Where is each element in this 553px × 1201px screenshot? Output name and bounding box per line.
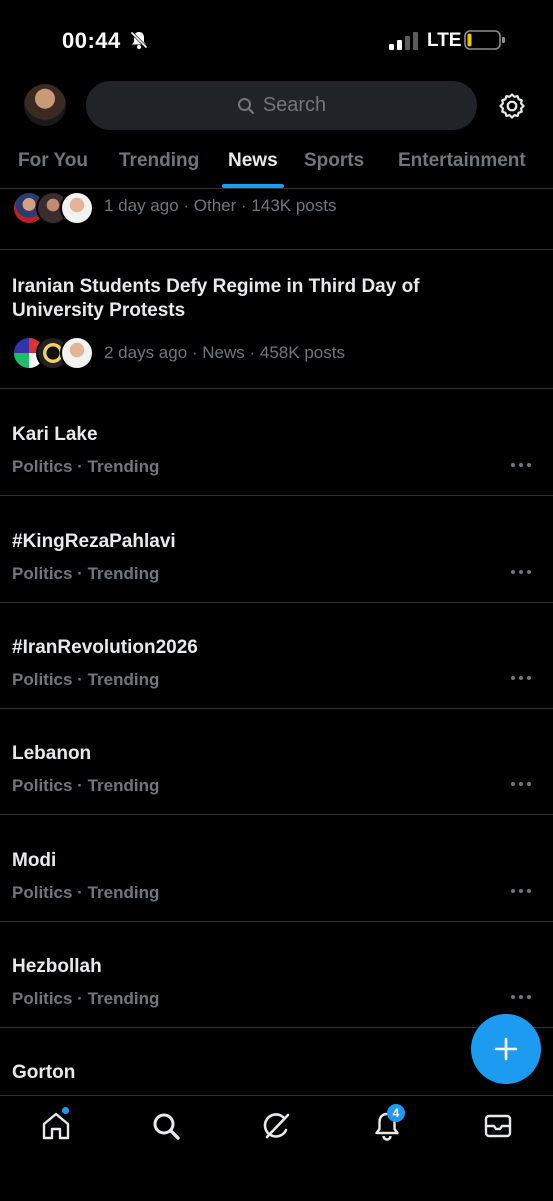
news-meta: 1 day ago · Other · 143K posts: [104, 196, 337, 215]
trend-name: Hezbollah: [12, 956, 102, 977]
battery-icon: [464, 30, 505, 50]
plus-icon: [494, 1037, 518, 1061]
news-item[interactable]: 1 day ago · Other · 143K posts: [0, 189, 553, 250]
explore-tabs: For You Trending News Sports Entertainme…: [0, 140, 553, 189]
trend-name: #KingRezaPahlavi: [12, 531, 176, 552]
network-label: LTE: [427, 30, 462, 51]
tab-sports[interactable]: Sports: [304, 150, 364, 172]
nav-grok[interactable]: [261, 1110, 293, 1142]
trend-context: Politics · Trending: [12, 457, 160, 476]
avatar: [60, 336, 94, 370]
trend-context: Politics · Trending: [12, 670, 160, 689]
trend-context: Politics · Trending: [12, 989, 160, 1008]
trend-item[interactable]: Modi Politics · Trending: [0, 815, 553, 922]
profile-avatar[interactable]: [24, 84, 66, 126]
search-icon: [237, 97, 254, 114]
avatar-stack: [12, 191, 94, 225]
more-icon[interactable]: [510, 887, 532, 895]
trend-item[interactable]: Kari Lake Politics · Trending: [0, 389, 553, 496]
nav-messages[interactable]: [482, 1110, 514, 1142]
status-bar: 00:44 LTE: [0, 0, 553, 80]
nav-search[interactable]: [150, 1110, 182, 1142]
mail-icon: [484, 1114, 512, 1138]
trend-item[interactable]: #KingRezaPahlavi Politics · Trending: [0, 496, 553, 603]
tab-news[interactable]: News: [228, 150, 278, 172]
active-tab-indicator: [222, 184, 284, 188]
bottom-nav: 4: [0, 1095, 553, 1201]
search-placeholder: Search: [262, 94, 327, 116]
search-input[interactable]: Search: [86, 81, 477, 130]
news-item[interactable]: Iranian Students Defy Regime in Third Da…: [0, 249, 553, 389]
avatar-stack: [12, 336, 94, 370]
search-icon: [153, 1113, 180, 1140]
feed: 1 day ago · Other · 143K posts Iranian S…: [0, 189, 553, 1095]
tab-trending[interactable]: Trending: [119, 150, 199, 172]
nav-home[interactable]: [40, 1107, 72, 1142]
trend-name: #IranRevolution2026: [12, 637, 198, 658]
news-meta: 2 days ago · News · 458K posts: [104, 343, 345, 362]
trend-name: Lebanon: [12, 743, 92, 764]
trend-name: Modi: [12, 850, 57, 871]
grok-icon: [263, 1113, 290, 1139]
trend-item[interactable]: Gorton: [0, 1027, 553, 1095]
more-icon[interactable]: [510, 674, 532, 682]
trend-name: Kari Lake: [12, 424, 98, 445]
trend-context: Politics · Trending: [12, 564, 160, 583]
trend-item[interactable]: #IranRevolution2026 Politics · Trending: [0, 602, 553, 709]
notification-badge: 4: [387, 1104, 405, 1122]
gear-icon[interactable]: [498, 92, 526, 120]
bell-off-icon: [130, 31, 148, 49]
home-icon: [42, 1112, 70, 1140]
more-icon[interactable]: [510, 568, 532, 576]
trend-item[interactable]: Lebanon Politics · Trending: [0, 708, 553, 815]
avatar: [60, 191, 94, 225]
more-icon[interactable]: [510, 461, 532, 469]
more-icon[interactable]: [510, 993, 532, 1001]
tab-entertainment[interactable]: Entertainment: [398, 150, 526, 172]
news-title: Iranian Students Defy Regime in Third Da…: [12, 276, 420, 321]
compose-button[interactable]: [471, 1014, 541, 1084]
trend-item[interactable]: Hezbollah Politics · Trending: [0, 921, 553, 1028]
trend-name: Gorton: [12, 1062, 76, 1083]
trend-context: Politics · Trending: [12, 883, 160, 902]
more-icon[interactable]: [510, 780, 532, 788]
nav-notifications[interactable]: 4: [371, 1104, 405, 1142]
signal-icon: [389, 32, 418, 50]
tab-for-you[interactable]: For You: [18, 150, 88, 172]
trend-context: Politics · Trending: [12, 776, 160, 795]
unread-dot: [62, 1107, 69, 1114]
status-time: 00:44: [62, 28, 121, 53]
